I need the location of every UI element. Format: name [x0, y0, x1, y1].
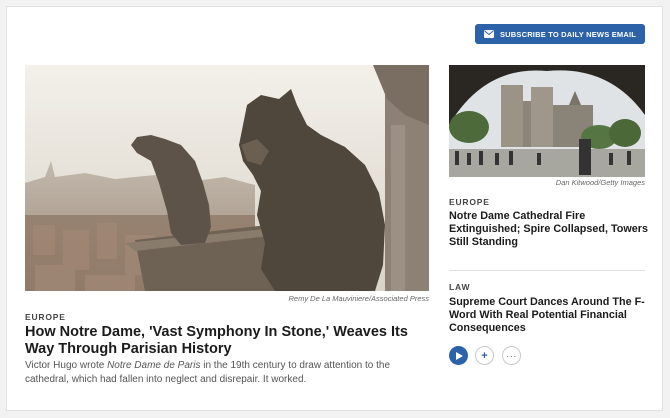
- feature-image[interactable]: [25, 65, 429, 291]
- side-image-credit: Dan Kitwood/Getty Images: [555, 178, 645, 187]
- feature-dek: Victor Hugo wrote Notre Dame de Paris in…: [25, 360, 391, 385]
- add-button[interactable]: +: [475, 346, 494, 365]
- play-icon: [455, 351, 463, 360]
- feature-image-credit: Remy De La Mauviniere/Associated Press: [288, 294, 429, 303]
- book-title: Notre Dame de Paris: [107, 360, 201, 371]
- law-headline[interactable]: Supreme Court Dances Around The F-Word W…: [449, 296, 649, 335]
- divider: [449, 270, 645, 271]
- side-story-image[interactable]: [449, 65, 645, 177]
- subscribe-button[interactable]: SUBSCRIBE TO DAILY NEWS EMAIL: [475, 24, 645, 44]
- feature-section-label[interactable]: EUROPE: [25, 312, 66, 322]
- envelope-icon: [483, 30, 494, 38]
- notre-dame-photo: [449, 65, 645, 177]
- side-section-label[interactable]: EUROPE: [449, 197, 490, 207]
- law-section-label[interactable]: LAW: [449, 282, 470, 292]
- more-options-button[interactable]: ···: [502, 346, 521, 365]
- play-button[interactable]: [449, 346, 468, 365]
- subscribe-label: SUBSCRIBE TO DAILY NEWS EMAIL: [499, 29, 637, 39]
- feature-headline[interactable]: How Notre Dame, 'Vast Symphony In Stone,…: [25, 324, 435, 358]
- side-headline[interactable]: Notre Dame Cathedral Fire Extinguished; …: [449, 210, 649, 249]
- gargoyle-photo: [25, 65, 429, 291]
